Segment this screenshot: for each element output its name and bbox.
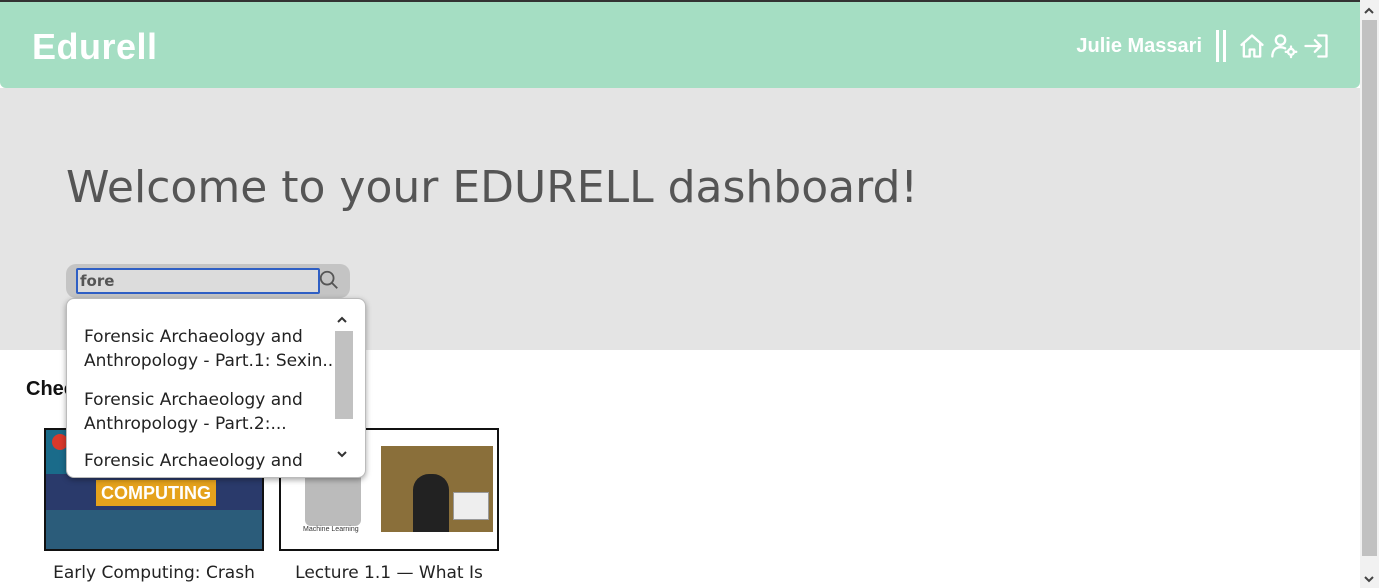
home-icon[interactable] [1236, 30, 1268, 62]
welcome-heading: Welcome to your EDURELL dashboard! [66, 162, 919, 213]
user-settings-icon[interactable] [1268, 30, 1300, 62]
nav-divider [1216, 30, 1226, 62]
scroll-down-arrow-icon[interactable] [1363, 572, 1375, 584]
search-icon[interactable] [318, 269, 342, 293]
thumbnail-text: COMPUTING [96, 480, 216, 506]
search-input[interactable] [76, 268, 320, 294]
nav-right: Julie Massari [1076, 28, 1332, 64]
logout-icon[interactable] [1300, 30, 1332, 62]
thumbnail-caption: Machine Learning [303, 526, 359, 533]
page-scroll-thumb[interactable] [1362, 20, 1377, 556]
dropdown-scroll-thumb[interactable] [335, 331, 353, 419]
search-suggestions-dropdown: Forensic Archaeology and Anthropology - … [66, 298, 366, 478]
user-name: Julie Massari [1076, 34, 1202, 57]
top-navbar: Edurell Julie Massari [0, 2, 1360, 88]
video-title[interactable]: Early Computing: Crash [44, 563, 264, 583]
search-bar [66, 264, 350, 298]
suggestion-item[interactable]: Forensic Archaeology and Anthropology - … [67, 388, 337, 436]
brand-logo[interactable]: Edurell [32, 26, 158, 68]
video-title[interactable]: Lecture 1.1 — What Is [279, 563, 499, 583]
scroll-up-arrow-icon[interactable] [1363, 4, 1375, 16]
suggestion-item[interactable]: Forensic Archaeology and [67, 449, 337, 473]
page-scrollbar[interactable] [1360, 0, 1379, 588]
robot-image-icon [305, 470, 361, 526]
chevron-down-icon[interactable] [335, 447, 349, 461]
slide-screen [453, 492, 489, 520]
chevron-up-icon[interactable] [335, 313, 349, 327]
suggestions-list: Forensic Archaeology and Anthropology - … [67, 299, 351, 477]
lecturer-figure [413, 474, 449, 532]
suggestion-item[interactable]: Forensic Archaeology and Anthropology - … [67, 325, 337, 373]
dropdown-scrollbar[interactable] [333, 309, 353, 469]
